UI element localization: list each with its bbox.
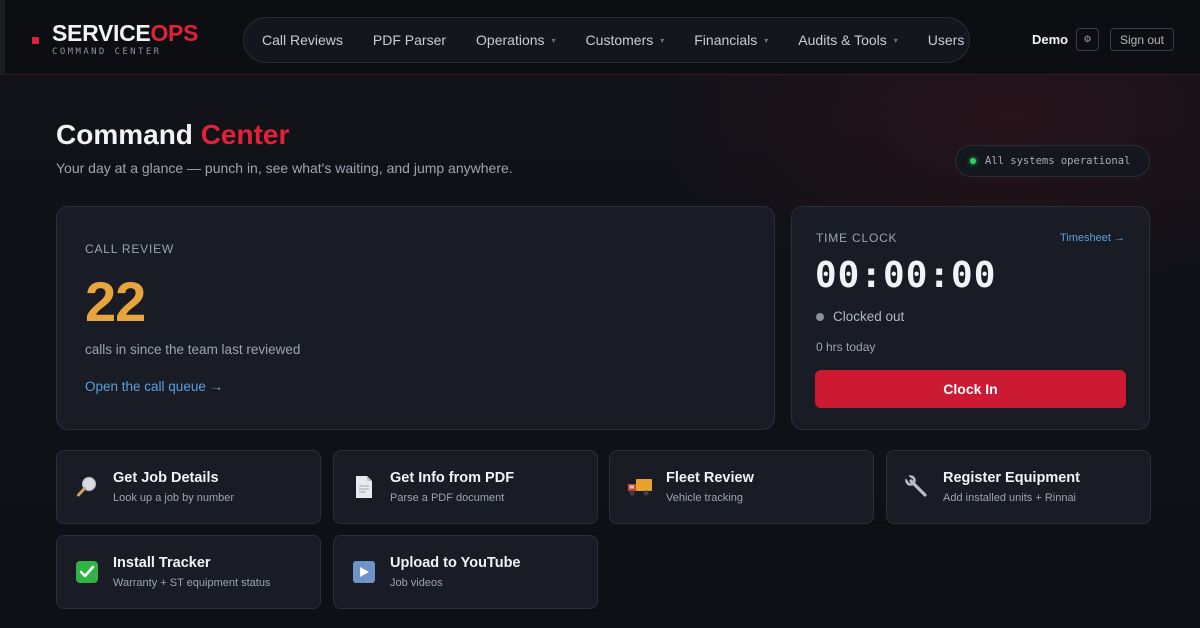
time-clock-card: TIME CLOCK Timesheet → 00:00:00 Clocked …	[791, 206, 1150, 430]
tile-register-equipment[interactable]: Register Equipment Add installed units +…	[886, 450, 1151, 524]
gear-icon: ⚙	[1083, 34, 1092, 44]
chevron-down-icon: ▾	[660, 35, 665, 45]
tile-fleet-review[interactable]: Fleet Review Vehicle tracking	[609, 450, 874, 524]
system-status-badge: All systems operational	[955, 145, 1150, 177]
tile-title: Register Equipment	[943, 470, 1080, 486]
nav-item-operations[interactable]: Operations ▾	[476, 32, 556, 48]
nav-label: Users	[927, 32, 965, 48]
chevron-down-icon: ▾	[893, 35, 898, 45]
time-clock-label: TIME CLOCK	[816, 231, 898, 245]
checkmark-box	[76, 561, 98, 583]
nav-label: Customers	[585, 32, 654, 48]
nav-label: Call Reviews	[262, 32, 343, 48]
clock-status-text: Clocked out	[833, 309, 905, 324]
document-icon	[351, 474, 377, 500]
nav-label: Audits & Tools	[798, 32, 887, 48]
call-review-card: CALL REVIEW 22 calls in since the team l…	[56, 206, 775, 430]
tile-title: Upload to YouTube	[390, 555, 521, 571]
wrench-icon	[904, 474, 930, 500]
top-header: SERVICEOPS COMMAND CENTER Call Reviews P…	[5, 0, 1200, 75]
sign-out-button[interactable]: Sign out	[1110, 28, 1174, 51]
open-call-queue-link[interactable]: Open the call queue →	[85, 379, 223, 394]
tile-subtitle: Vehicle tracking	[666, 492, 744, 504]
tile-subtitle: Job videos	[390, 577, 443, 589]
status-dot-icon	[970, 158, 976, 164]
page-subtitle: Your day at a glance — punch in, see wha…	[56, 160, 513, 176]
tile-get-job-details[interactable]: Get Job Details Look up a job by number	[56, 450, 321, 524]
nav-label: PDF Parser	[372, 32, 447, 48]
call-review-description: calls in since the team last reviewed	[85, 342, 301, 357]
tile-subtitle: Look up a job by number	[113, 492, 235, 504]
settings-button[interactable]: ⚙	[1076, 28, 1099, 51]
hours-today: 0 hrs today	[816, 340, 876, 354]
logo-mark	[32, 37, 39, 44]
nav-item-financials[interactable]: Financials ▾	[694, 32, 768, 48]
tile-subtitle: Warranty + ST equipment status	[113, 577, 271, 589]
brand-name-part2: OPS	[150, 20, 199, 46]
brand-name: SERVICEOPS	[52, 20, 198, 47]
brand-name-part1: SERVICE	[52, 20, 151, 46]
time-clock-display: 00:00:00	[815, 255, 997, 296]
tile-title: Install Tracker	[113, 555, 211, 571]
tile-upload-to-youtube[interactable]: Upload to YouTube Job videos	[333, 535, 598, 609]
tile-get-info-from-pdf[interactable]: Get Info from PDF Parse a PDF document	[333, 450, 598, 524]
clock-in-button[interactable]: Clock In	[815, 370, 1126, 408]
tile-subtitle: Add installed units + Rinnai	[943, 492, 1076, 504]
tile-subtitle: Parse a PDF document	[390, 492, 505, 504]
main-nav: Call Reviews PDF Parser Operations ▾ Cust…	[243, 17, 970, 63]
nav-item-call-reviews[interactable]: Call Reviews	[262, 32, 343, 48]
play-icon	[351, 559, 377, 585]
checkmark-icon	[74, 559, 100, 585]
page-title-part2: Center	[200, 119, 290, 150]
tile-install-tracker[interactable]: Install Tracker Warranty + ST equipment …	[56, 535, 321, 609]
status-dot-icon	[816, 312, 824, 321]
chevron-down-icon: ▾	[551, 35, 556, 45]
truck-icon	[627, 474, 653, 500]
nav-label: Financials	[694, 32, 758, 48]
nav-label: Operations	[476, 32, 545, 48]
nav-item-customers[interactable]: Customers ▾	[586, 32, 665, 48]
call-review-label: CALL REVIEW	[85, 242, 175, 256]
magnifier-icon	[74, 474, 100, 500]
tile-title: Get Job Details	[113, 470, 219, 486]
timesheet-link[interactable]: Timesheet →	[1060, 232, 1125, 244]
tile-title: Fleet Review	[666, 470, 754, 486]
clock-status: Clocked out	[816, 309, 904, 324]
user-name: Demo	[1032, 32, 1069, 47]
chevron-down-icon: ▾	[764, 35, 769, 45]
play-box	[353, 561, 375, 583]
system-status-text: All systems operational	[985, 155, 1131, 167]
page-title: Command Center	[56, 119, 289, 151]
tile-title: Get Info from PDF	[390, 470, 515, 486]
page-title-part1: Command	[56, 119, 201, 150]
brand-subtitle: COMMAND CENTER	[52, 47, 162, 57]
nav-item-audits-tools[interactable]: Audits & Tools ▾	[798, 32, 897, 48]
nav-item-users[interactable]: Users	[928, 32, 965, 48]
nav-item-pdf-parser[interactable]: PDF Parser	[373, 32, 446, 48]
call-review-count: 22	[85, 270, 146, 333]
